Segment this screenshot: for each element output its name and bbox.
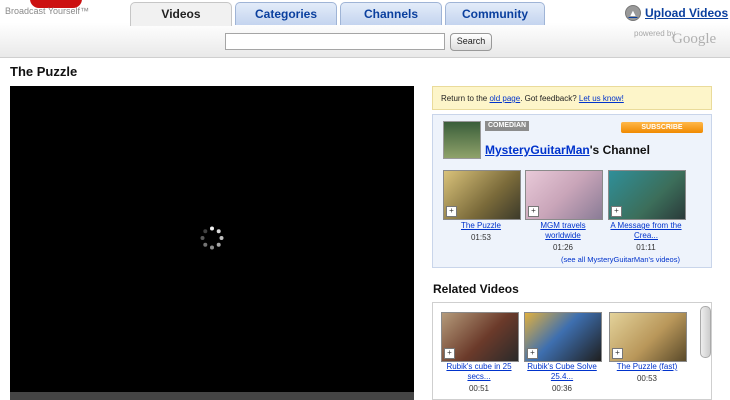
add-to-quicklist-icon[interactable]: + [446,206,457,217]
channel-video-duration: 01:53 [470,233,492,242]
search-input[interactable] [225,33,445,50]
channel-video-thumbnail[interactable]: + [525,170,603,220]
comedian-badge: COMEDIAN [485,121,530,131]
video-title: The Puzzle [10,64,78,79]
feedback-bar: Return to the old page. Got feedback? Le… [432,86,712,110]
subscribe-button[interactable]: SUBSCRIBE [621,122,703,133]
add-to-quicklist-icon[interactable]: + [444,348,455,359]
logo-tagline: Broadcast Yourself™ [5,6,90,16]
channel-name: MysteryGuitarMan's Channel [485,143,650,157]
channel-video-thumbnail[interactable]: + [443,170,521,220]
channel-video-thumbnail[interactable]: + [608,170,686,220]
tab-channels[interactable]: Channels [340,2,442,25]
channel-link[interactable]: MysteryGuitarMan [485,143,590,157]
see-all-videos-link[interactable]: (see all MysteryGuitarMan's videos) [561,255,680,264]
related-videos-list: + Rubik's cube in 25 secs... 00:51 + Rub… [432,302,712,400]
related-scrollbar[interactable] [700,306,711,358]
channel-suffix: 's Channel [589,143,650,157]
channel-video-title[interactable]: The Puzzle [441,221,521,231]
related-video-duration: 00:51 [468,384,490,393]
video-player[interactable] [10,86,414,392]
channel-box: COMEDIAN SUBSCRIBE MysteryGuitarMan's Ch… [432,114,712,268]
channel-video-title[interactable]: A Message from the Crea... [606,221,686,241]
tab-categories[interactable]: Categories [235,2,337,25]
channel-avatar[interactable] [443,121,481,159]
related-video-title[interactable]: Rubik's cube in 25 secs... [439,362,519,382]
related-video-title[interactable]: Rubik's Cube Solve 25.4... [522,362,602,382]
channel-video-title[interactable]: MGM travels worldwide [523,221,603,241]
related-video-duration: 00:53 [636,374,658,383]
search-button[interactable]: Search [450,33,492,51]
related-video-thumbnail[interactable]: + [609,312,687,362]
add-to-quicklist-icon[interactable]: + [527,348,538,359]
old-page-link[interactable]: old page [489,94,520,103]
related-video-title[interactable]: The Puzzle (fast) [607,362,687,372]
upload-videos-label: Upload Videos [645,6,729,20]
upload-icon: ▲ [625,5,641,21]
powered-by-label: powered by [634,29,676,38]
upload-videos-link[interactable]: ▲ Upload Videos [625,5,728,21]
tab-community[interactable]: Community [445,2,545,25]
tab-videos[interactable]: Videos [130,2,232,26]
feedback-middle: . Got feedback? [520,94,579,103]
feedback-prefix: Return to the [441,94,490,103]
related-video-duration: 00:36 [551,384,573,393]
add-to-quicklist-icon[interactable]: + [528,206,539,217]
related-videos-heading: Related Videos [433,282,519,296]
channel-video-duration: 01:26 [552,243,574,252]
google-logo: Google [672,31,717,47]
let-us-know-link[interactable]: Let us know! [579,94,624,103]
channel-video-duration: 01:11 [636,243,656,252]
add-to-quicklist-icon[interactable]: + [611,206,622,217]
site-header: Broadcast Yourself™ Videos Categories Ch… [0,0,730,58]
related-video-thumbnail[interactable]: + [524,312,602,362]
loading-spinner-icon [200,226,224,250]
add-to-quicklist-icon[interactable]: + [612,348,623,359]
related-video-thumbnail[interactable]: + [441,312,519,362]
player-controls-bar[interactable] [10,392,414,400]
